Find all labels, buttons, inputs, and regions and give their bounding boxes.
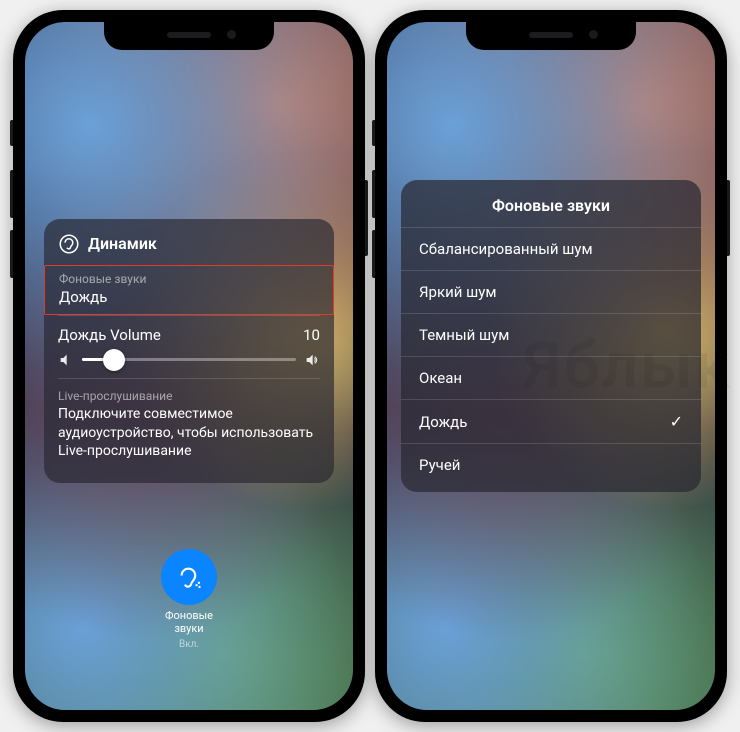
list-item[interactable]: Темный шум <box>401 313 701 356</box>
control-center-tile[interactable]: Фоновые звуки Вкл. <box>161 549 217 650</box>
volume-label: Дождь Volume <box>58 326 161 344</box>
ear-icon <box>58 233 80 255</box>
panel-header: Динамик <box>58 233 320 255</box>
volume-low-icon <box>58 352 74 368</box>
hearing-tile-icon <box>161 549 217 605</box>
list-item[interactable]: Яркий шум <box>401 270 701 313</box>
volume-slider-thumb[interactable] <box>103 349 125 371</box>
list-item[interactable]: Океан <box>401 356 701 399</box>
screen-left: Динамик Фоновые звуки Дождь Дождь Volume… <box>25 22 353 710</box>
volume-slider[interactable] <box>82 358 296 361</box>
bg-sounds-label: Фоновые звуки <box>59 272 319 286</box>
volume-value: 10 <box>303 326 320 344</box>
list-item[interactable]: Ручей <box>401 443 701 486</box>
list-item-label: Яркий шум <box>419 283 496 301</box>
checkmark-icon: ✓ <box>670 412 683 431</box>
sounds-list-title: Фоновые звуки <box>401 196 701 227</box>
volume-high-icon <box>304 352 320 368</box>
list-item[interactable]: Дождь ✓ <box>401 399 701 443</box>
list-item-label: Темный шум <box>419 326 509 344</box>
screen-right: Фоновые звуки Сбалансированный шум Яркий… <box>387 22 715 710</box>
phone-left: Динамик Фоновые звуки Дождь Дождь Volume… <box>13 10 365 722</box>
live-listen-row: Live-прослушивание Подключите совместимо… <box>58 378 320 472</box>
hearing-panel: Динамик Фоновые звуки Дождь Дождь Volume… <box>44 219 334 484</box>
notch <box>466 22 636 50</box>
list-item-label: Дождь <box>419 413 467 431</box>
volume-row: Дождь Volume 10 <box>58 315 320 378</box>
background-sounds-row[interactable]: Фоновые звуки Дождь <box>44 265 334 315</box>
tile-label: Фоновые звуки <box>165 609 213 635</box>
sounds-list-panel: Фоновые звуки Сбалансированный шум Яркий… <box>401 180 701 492</box>
phone-right: Фоновые звуки Сбалансированный шум Яркий… <box>375 10 727 722</box>
list-item-label: Сбалансированный шум <box>419 240 593 258</box>
panel-title: Динамик <box>88 234 157 253</box>
list-item[interactable]: Сбалансированный шум <box>401 227 701 270</box>
bg-sounds-value: Дождь <box>59 288 319 306</box>
tile-state: Вкл. <box>179 639 199 650</box>
live-listen-text: Подключите совместимое аудиоустройство, … <box>58 405 320 462</box>
notch <box>104 22 274 50</box>
list-item-label: Океан <box>419 369 462 387</box>
live-listen-label: Live-прослушивание <box>58 389 320 403</box>
list-item-label: Ручей <box>419 456 460 474</box>
